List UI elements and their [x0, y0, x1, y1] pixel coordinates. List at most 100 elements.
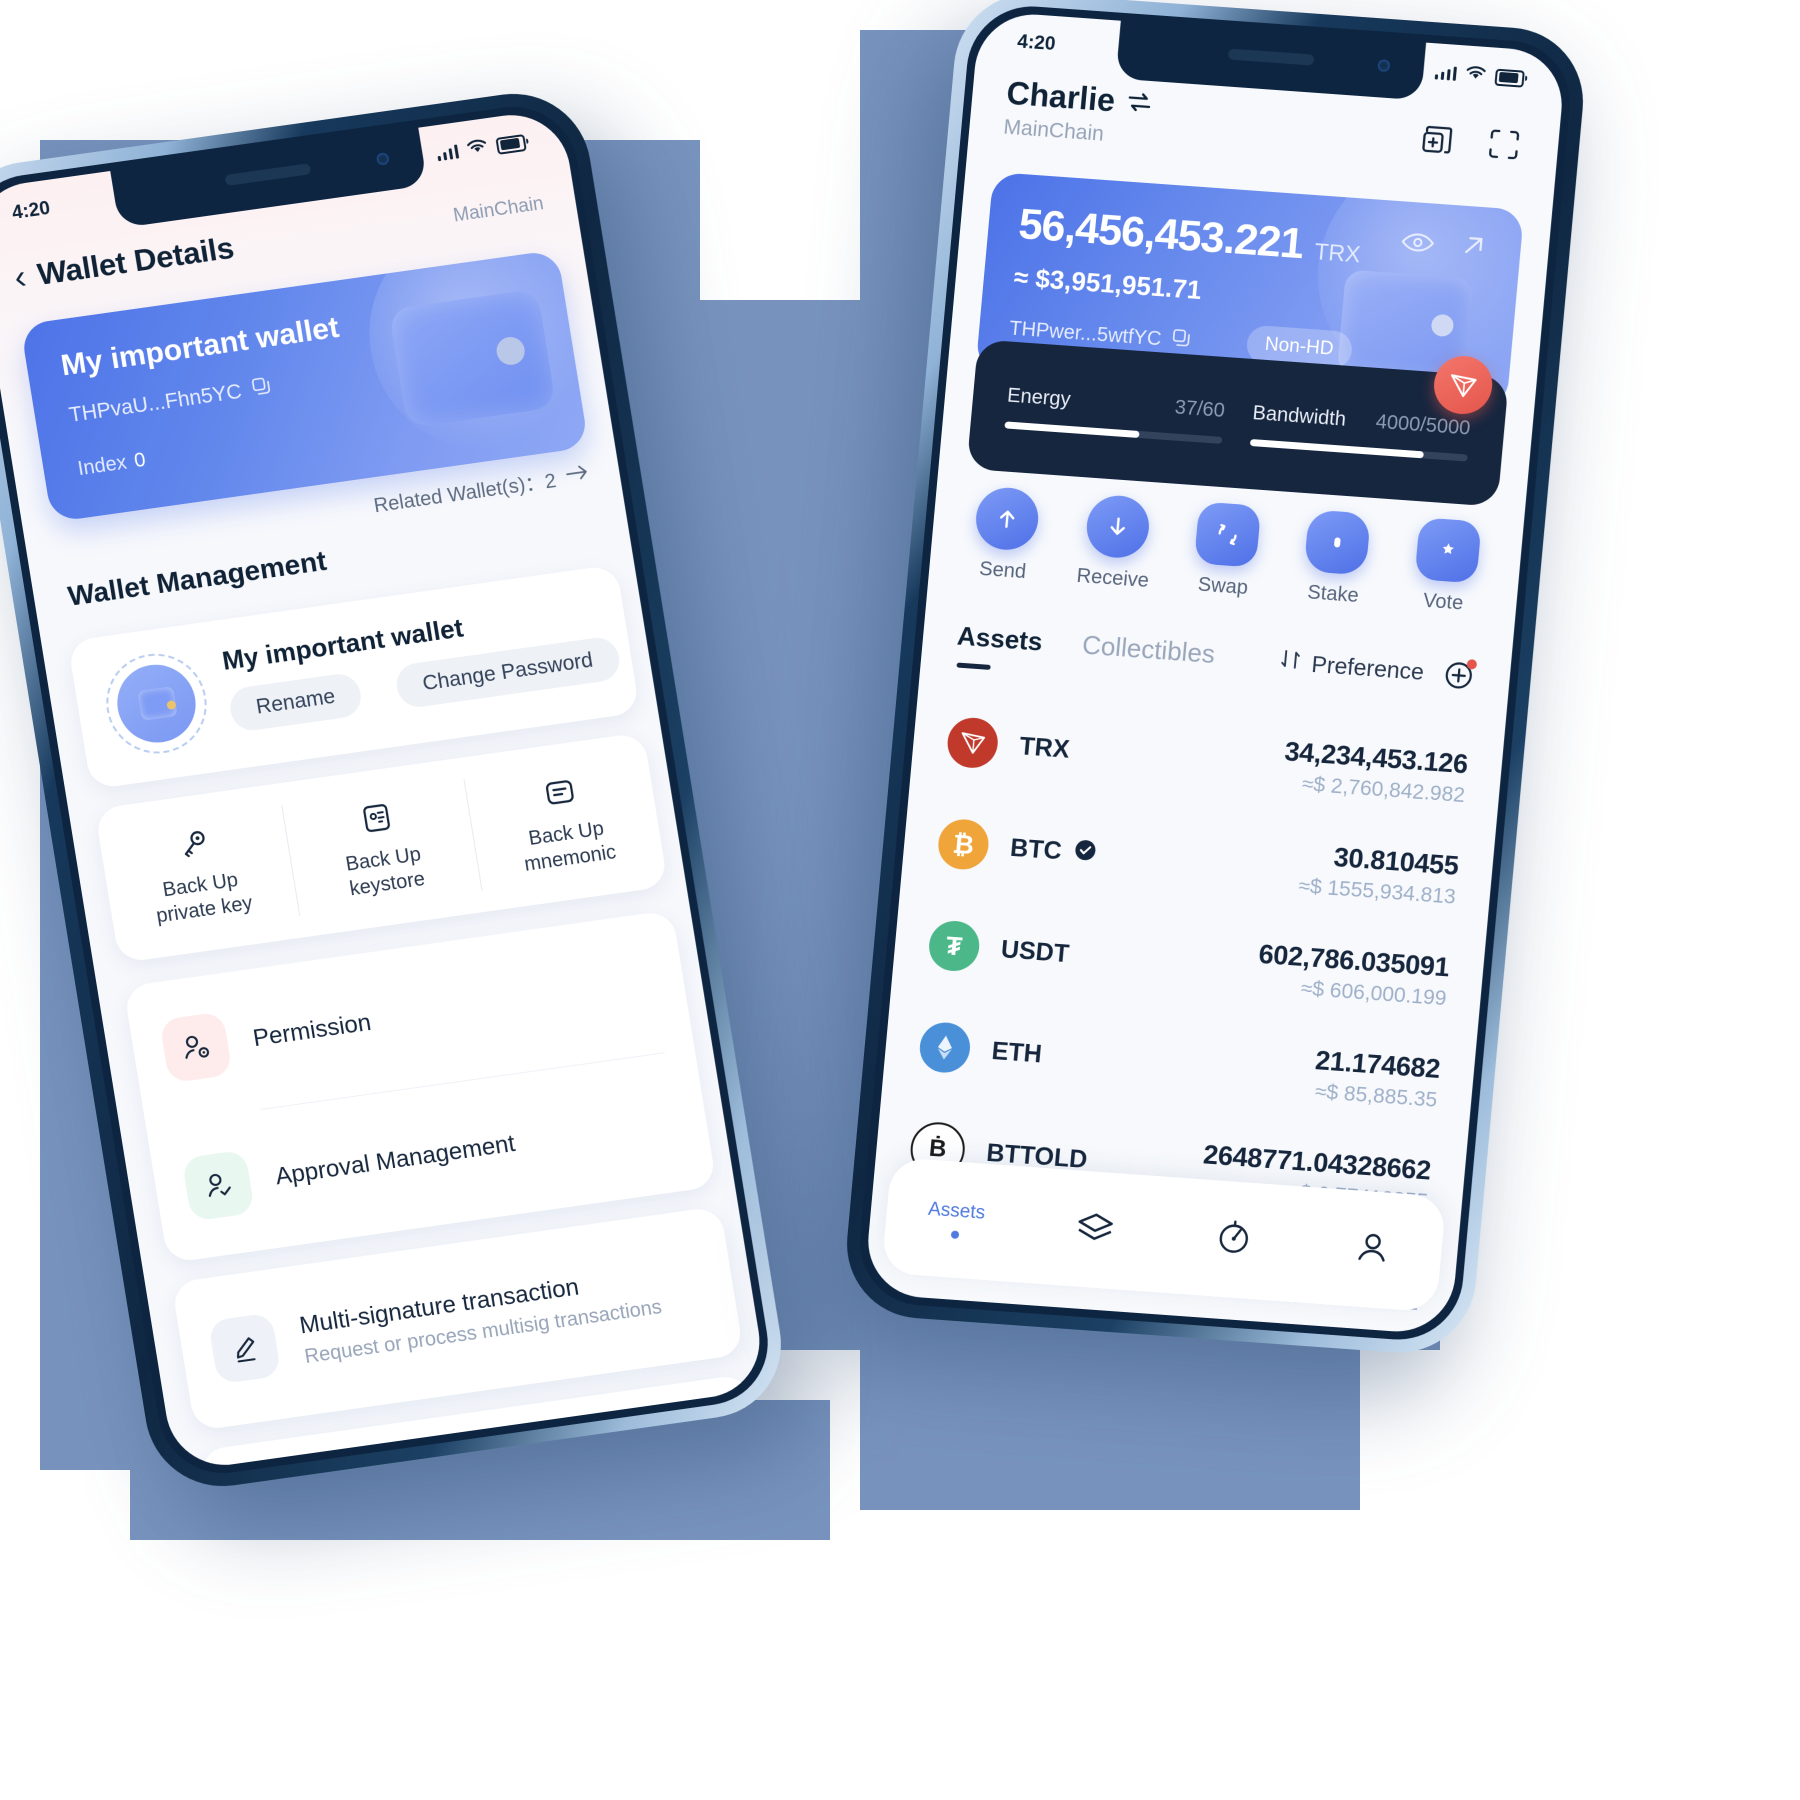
- layers-icon: [1070, 1213, 1117, 1254]
- battery-icon: [1494, 68, 1525, 88]
- switch-account-icon[interactable]: [1125, 83, 1154, 122]
- copy-icon[interactable]: [1170, 327, 1192, 354]
- resource-bandwidth-value: 4000: [1374, 410, 1422, 437]
- resource-energy[interactable]: Energy 37/60: [990, 384, 1239, 445]
- quick-actions: Send Receive Swap Stake Vote: [946, 484, 1505, 618]
- action-receive-label: Receive: [1075, 564, 1150, 593]
- explore-compass-icon: [1208, 1220, 1255, 1264]
- arrow-up-right-icon[interactable]: [1459, 232, 1488, 265]
- balance-symbol: TRX: [1313, 238, 1362, 268]
- coin-icon-btc: ₿: [936, 817, 991, 872]
- status-indicators: [435, 131, 527, 165]
- resource-bandwidth-bar: [1249, 438, 1468, 462]
- action-swap-label: Swap: [1196, 573, 1249, 600]
- action-receive[interactable]: Receive: [1057, 492, 1176, 595]
- eye-icon[interactable]: [1399, 229, 1436, 260]
- ticket-star-icon: [1414, 517, 1482, 584]
- wallet-address-text: THPvaU...Fhn5YC: [67, 379, 244, 427]
- arrow-up-icon: [973, 485, 1042, 552]
- asset-tabs: Assets Collectibles: [956, 621, 1216, 670]
- balance-usd: ≈ $3,951,951.71: [1012, 261, 1203, 306]
- arrow-down-icon: [1083, 493, 1152, 560]
- menu-item-permission-label: Permission: [251, 1008, 374, 1053]
- preference-button[interactable]: Preference: [1279, 648, 1426, 686]
- coin-icon-trx: [945, 716, 1000, 770]
- cellular-bars-icon: [1434, 65, 1457, 81]
- phone-right-screen: 4:20 Charlie MainChain 56,456,453.221 TR…: [863, 10, 1567, 1336]
- profile-user-icon: [1348, 1233, 1393, 1274]
- wallet-name: My important wallet: [58, 310, 342, 383]
- speaker-icon: [224, 163, 312, 186]
- backup-keystore-button[interactable]: Back Up keystore: [277, 758, 485, 938]
- asset-symbol: TRX: [1018, 731, 1071, 764]
- balance-main: 56,456,453.221 TRX: [1017, 200, 1364, 273]
- add-wallet-icon[interactable]: [1416, 118, 1460, 166]
- tab-collectibles[interactable]: Collectibles: [1081, 630, 1216, 670]
- speaker-icon: [1227, 48, 1315, 66]
- permission-user-icon: [159, 1011, 233, 1084]
- notch: [1115, 20, 1426, 101]
- tab-assets[interactable]: Assets: [956, 621, 1044, 658]
- coin-icon-usdt: ₮: [926, 919, 982, 973]
- phone-right-bezel: 4:20 Charlie MainChain 56,456,453.221 TR…: [854, 2, 1576, 1344]
- preference-label: Preference: [1310, 650, 1426, 685]
- asset-symbol: BTC: [1009, 833, 1063, 865]
- coin-icon-eth: [917, 1020, 973, 1075]
- action-send[interactable]: Send: [946, 484, 1065, 587]
- battery-icon: [495, 133, 527, 155]
- shield-lock-icon: [1304, 509, 1372, 576]
- asset-symbol: ETH: [990, 1036, 1044, 1068]
- add-token-icon[interactable]: [1438, 653, 1482, 696]
- sort-arrows-icon: [1279, 648, 1303, 677]
- account-header[interactable]: Charlie MainChain: [1002, 75, 1154, 150]
- approval-user-check-icon: [181, 1149, 256, 1222]
- action-swap[interactable]: Swap: [1167, 500, 1286, 603]
- action-stake-label: Stake: [1306, 581, 1360, 608]
- account-name-row[interactable]: Charlie: [1005, 75, 1154, 122]
- wallet-index: Index 0: [76, 449, 147, 481]
- permission-card: Permission Approval Management: [123, 909, 717, 1264]
- action-send-label: Send: [978, 557, 1027, 584]
- chain-label: MainChain: [451, 193, 546, 227]
- asset-usd: ≈$ 85,885.35: [1314, 1079, 1439, 1112]
- resource-energy-bar: [1004, 421, 1223, 444]
- verified-badge-icon: [1072, 837, 1099, 870]
- action-stake[interactable]: Stake: [1277, 508, 1396, 611]
- action-vote[interactable]: Vote: [1387, 516, 1506, 619]
- status-time: 4:20: [1016, 31, 1057, 56]
- wallet-avatar-icon[interactable]: [98, 647, 214, 760]
- wallet-index-value: 0: [132, 448, 148, 473]
- resource-energy-label: Energy: [1006, 384, 1072, 411]
- wallet-illustration-icon: [388, 288, 557, 429]
- cellular-bars-icon: [436, 144, 460, 162]
- pencil-icon: [207, 1312, 282, 1385]
- wallet-index-label: Index: [76, 451, 129, 481]
- arrow-right-icon: [564, 462, 591, 488]
- wallet-address[interactable]: THPvaU...Fhn5YC: [67, 375, 273, 429]
- menu-item-approval-management-label: Approval Management: [273, 1130, 518, 1191]
- nav-item-layers[interactable]: [1023, 1201, 1166, 1258]
- copy-icon[interactable]: [249, 375, 273, 403]
- resource-bandwidth-label: Bandwidth: [1251, 402, 1347, 431]
- assets-dot-icon: [950, 1230, 959, 1239]
- front-camera-icon: [375, 152, 390, 166]
- nav-item-profile[interactable]: [1300, 1220, 1443, 1279]
- resource-energy-value: 37: [1173, 396, 1199, 421]
- balance-amount: 56,456,453.221: [1016, 200, 1306, 269]
- swap-icon: [1193, 501, 1262, 568]
- asset-symbol: USDT: [999, 934, 1071, 968]
- chevron-left-icon[interactable]: ‹: [12, 258, 29, 297]
- nav-item-assets[interactable]: Assets: [885, 1196, 1027, 1244]
- account-name: Charlie: [1005, 74, 1117, 119]
- nav-item-explore[interactable]: [1162, 1210, 1305, 1269]
- resource-energy-total: /60: [1196, 398, 1226, 423]
- status-indicators: [1434, 61, 1525, 89]
- rename-button[interactable]: Rename: [227, 671, 365, 734]
- scan-qr-icon[interactable]: [1482, 123, 1526, 171]
- phone-right-wallet-home: 4:20 Charlie MainChain 56,456,453.221 TR…: [840, 0, 1590, 1358]
- backup-mnemonic-button[interactable]: Back Up mnemonic: [460, 732, 668, 912]
- asset-amount: 21.174682: [1314, 1044, 1442, 1084]
- resource-bandwidth-total: /5000: [1419, 414, 1472, 440]
- wifi-icon: [465, 136, 489, 161]
- backup-private-key-button[interactable]: Back Up private key: [95, 784, 303, 964]
